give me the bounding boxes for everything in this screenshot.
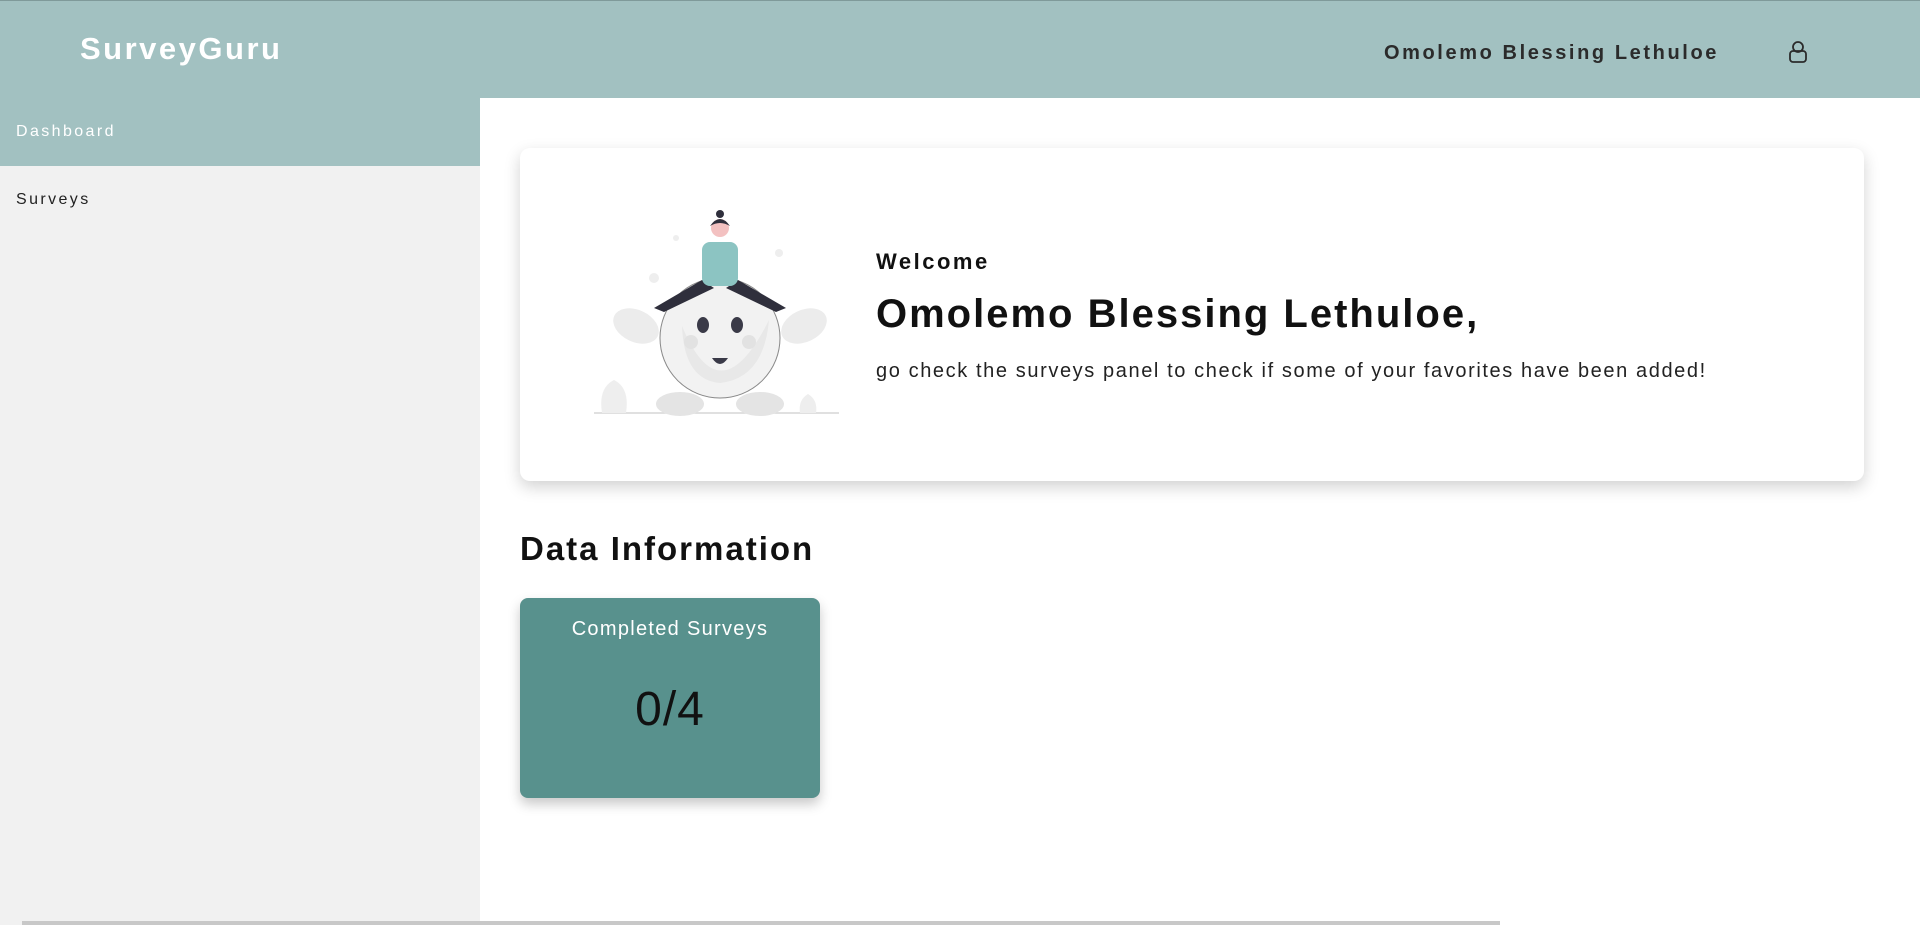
welcome-label: Welcome — [876, 249, 990, 274]
data-information-title: Data Information — [520, 530, 815, 567]
top-navbar: SurveyGuru Omolemo Blessing Lethuloe — [0, 0, 1920, 98]
sidebar-item-surveys[interactable]: Surveys — [0, 166, 480, 234]
brand-logo[interactable]: SurveyGuru — [80, 31, 282, 67]
sidebar-item-dashboard[interactable]: Dashboard — [0, 98, 480, 166]
stat-card-title: Completed Surveys — [571, 618, 769, 640]
stat-card-value: 0/4 — [635, 683, 705, 736]
sidebar: Dashboard Surveys — [0, 98, 480, 925]
welcome-name: Omolemo Blessing Lethuloe, — [876, 292, 1480, 336]
welcome-illustration — [594, 210, 839, 416]
main-content: Welcome Omolemo Blessing Lethuloe, go ch… — [480, 98, 1920, 925]
user-icon[interactable] — [1788, 40, 1808, 64]
welcome-message: go check the surveys panel to check if s… — [876, 360, 1707, 382]
user-name: Omolemo Blessing Lethuloe — [1383, 42, 1719, 64]
horizontal-scrollbar[interactable] — [22, 921, 1500, 925]
completed-surveys-card: Completed Surveys 0/4 — [520, 598, 820, 798]
welcome-card: Welcome Omolemo Blessing Lethuloe, go ch… — [520, 148, 1864, 481]
